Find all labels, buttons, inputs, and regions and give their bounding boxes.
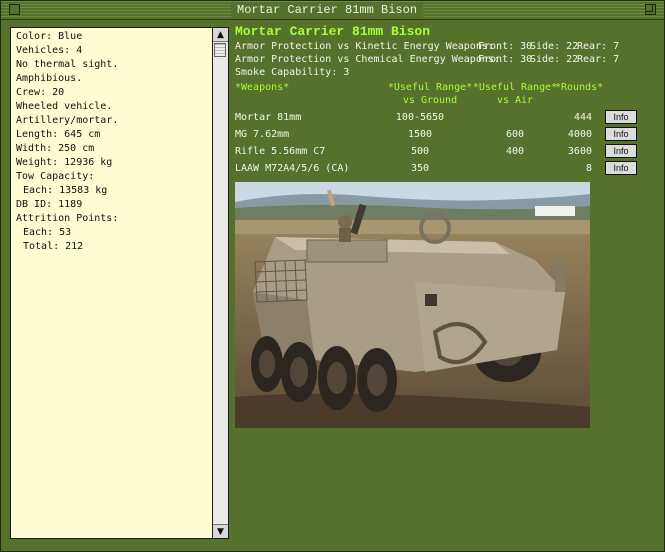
armor-chemical-label: Armor Protection vs Chemical Energy Weap… xyxy=(235,54,500,65)
scroll-down-arrow-icon[interactable]: ▼ xyxy=(213,524,228,538)
armor-kinetic-rear: Rear: 7 xyxy=(577,41,620,52)
zoom-box[interactable] xyxy=(645,4,656,15)
detail-line: Wheeled vehicle. xyxy=(16,101,113,112)
armor-kinetic-side: Side: 22 xyxy=(530,41,579,52)
weapon-rounds: 8 xyxy=(585,163,592,174)
detail-line: Attrition Points: xyxy=(16,213,119,224)
detail-line: Artillery/mortar. xyxy=(16,115,119,126)
weapon-row: Rifle 5.56mm C7 500 400 3600 Info xyxy=(235,144,655,159)
smoke-capability: Smoke Capability: 3 xyxy=(235,67,350,78)
weapon-info-button[interactable]: Info xyxy=(605,110,637,124)
scroll-up-arrow-icon[interactable]: ▲ xyxy=(213,28,228,42)
weapon-rounds: 3600 xyxy=(567,146,592,157)
air-range-header-line2: vs Air xyxy=(496,95,534,106)
armor-kinetic-label: Armor Protection vs Kinetic Energy Weapo… xyxy=(235,41,494,52)
weapon-row: Mortar 81mm 100-5650 444 Info xyxy=(235,110,655,125)
detail-line: Total: 212 xyxy=(23,241,84,252)
weapon-name: MG 7.62mm xyxy=(235,129,290,140)
armor-chemical-front: Front: 30 xyxy=(478,54,533,65)
unit-details-panel: Color: Blue Vehicles: 4 No thermal sight… xyxy=(10,27,229,539)
air-range-header-line1: *Useful Range* xyxy=(472,82,558,93)
window-title: Mortar Carrier 81mm Bison xyxy=(231,2,424,18)
close-box[interactable] xyxy=(9,4,20,15)
weapon-air-range: 600 xyxy=(505,129,525,140)
weapons-column-header: *Weapons* xyxy=(235,82,290,93)
armor-chemical-rear: Rear: 7 xyxy=(577,54,620,65)
armor-chemical-side: Side: 22 xyxy=(530,54,579,65)
detail-line: Length: 645 cm xyxy=(16,129,101,140)
unit-name-heading: Mortar Carrier 81mm Bison xyxy=(235,24,431,39)
detail-line: Amphibious. xyxy=(16,73,83,84)
unit-details-list: Color: Blue Vehicles: 4 No thermal sight… xyxy=(16,30,206,254)
detail-line: Width: 250 cm xyxy=(16,143,95,154)
weapon-air-range: 400 xyxy=(505,146,525,157)
vehicle-photo xyxy=(235,182,590,428)
weapon-name: Rifle 5.56mm C7 xyxy=(235,146,326,157)
weapon-rounds: 444 xyxy=(573,112,592,123)
detail-line: DB ID: 1189 xyxy=(16,199,83,210)
weapon-info-button[interactable]: Info xyxy=(605,127,637,141)
armor-kinetic-front: Front: 30 xyxy=(478,41,533,52)
weapon-ground-range: 100-5650 xyxy=(395,112,445,123)
details-scrollbar[interactable]: ▲ ▼ xyxy=(212,28,228,538)
detail-line: Each: 13583 kg xyxy=(23,185,108,196)
ground-range-header-line2: vs Ground xyxy=(402,95,458,106)
weapon-name: Mortar 81mm xyxy=(235,112,302,123)
detail-line: Weight: 12936 kg xyxy=(16,157,113,168)
detail-line: Each: 53 xyxy=(23,227,72,238)
weapon-rounds: 4000 xyxy=(567,129,592,140)
title-bar[interactable]: Mortar Carrier 81mm Bison xyxy=(1,1,664,20)
detail-line: No thermal sight. xyxy=(16,59,119,70)
weapon-ground-range: 1500 xyxy=(407,129,433,140)
vehicle-photo-illustration xyxy=(235,182,590,428)
detail-line: Vehicles: 4 xyxy=(16,45,83,56)
ground-range-column-header: *Useful Range* vs Ground xyxy=(385,81,475,107)
detail-line: Color: Blue xyxy=(16,31,83,42)
rounds-column-header: *Rounds* xyxy=(555,82,604,93)
weapon-ground-range: 350 xyxy=(410,163,430,174)
weapon-row: MG 7.62mm 1500 600 4000 Info xyxy=(235,127,655,142)
weapon-info-button[interactable]: Info xyxy=(605,161,637,175)
scroll-thumb[interactable] xyxy=(214,43,226,57)
weapon-name: LAAW M72A4/5/6 (CA) xyxy=(235,163,350,174)
weapon-ground-range: 500 xyxy=(410,146,430,157)
detail-line: Tow Capacity: xyxy=(16,171,95,182)
ground-range-header-line1: *Useful Range* xyxy=(387,82,473,93)
weapon-row: LAAW M72A4/5/6 (CA) 350 8 Info xyxy=(235,161,655,176)
weapon-info-button[interactable]: Info xyxy=(605,144,637,158)
air-range-column-header: *Useful Range* vs Air xyxy=(470,81,560,107)
detail-line: Crew: 20 xyxy=(16,87,65,98)
